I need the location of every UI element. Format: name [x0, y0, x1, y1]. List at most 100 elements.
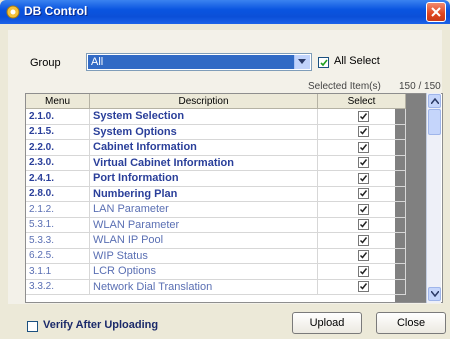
column-header-select[interactable]: Select	[317, 94, 406, 109]
description-cell: Virtual Cabinet Information	[89, 155, 318, 171]
row-select-checkbox[interactable]	[357, 219, 369, 231]
window-title: DB Control	[24, 4, 88, 18]
row-select-checkbox[interactable]	[357, 265, 369, 277]
verify-checkbox[interactable]	[27, 321, 38, 332]
group-label: Group	[30, 57, 61, 69]
table-row[interactable]: 2.3.0. Virtual Cabinet Information	[26, 155, 406, 171]
select-cell	[317, 186, 406, 202]
group-selected-value: All	[88, 55, 294, 69]
row-select-checkbox[interactable]	[357, 203, 369, 215]
select-cell	[317, 108, 406, 125]
menu-table: Menu Description Select 2.1.0. System Sel…	[26, 94, 406, 295]
description-cell: WLAN Parameter	[89, 217, 318, 233]
description-cell: LAN Parameter	[89, 201, 318, 218]
select-cell	[317, 248, 406, 264]
upload-button[interactable]: Upload	[292, 312, 362, 334]
select-cell	[317, 217, 406, 233]
description-cell: System Options	[89, 124, 318, 140]
check-icon	[359, 112, 367, 120]
check-icon	[359, 283, 367, 290]
group-dropdown[interactable]: All	[86, 53, 312, 71]
all-select-label: All Select	[334, 55, 380, 67]
select-cell	[317, 263, 406, 280]
table-row[interactable]: 2.1.2. LAN Parameter	[26, 201, 406, 218]
table-row[interactable]: 3.1.1 LCR Options	[26, 263, 406, 280]
row-select-checkbox[interactable]	[357, 234, 369, 246]
select-cell	[317, 232, 406, 249]
verify-label: Verify After Uploading	[43, 319, 159, 331]
menu-cell: 6.2.5.	[26, 248, 90, 264]
selected-items-label: Selected Item(s)	[308, 81, 381, 92]
row-select-checkbox[interactable]	[357, 110, 369, 122]
menu-table-body: 2.1.0. System Selection 2.1.5. System Optio…	[26, 108, 406, 295]
menu-cell: 2.1.5.	[26, 124, 90, 140]
check-icon	[359, 128, 367, 135]
check-icon	[359, 190, 367, 197]
menu-cell: 2.3.0.	[26, 155, 90, 171]
check-icon	[359, 174, 367, 182]
table-row[interactable]: 5.3.1. WLAN Parameter	[26, 217, 406, 233]
menu-cell: 2.2.0.	[26, 139, 90, 156]
scroll-down-button[interactable]	[428, 287, 441, 301]
row-select-checkbox[interactable]	[357, 157, 369, 169]
menu-cell: 2.1.0.	[26, 108, 90, 125]
description-cell: WLAN IP Pool	[89, 232, 318, 249]
column-header-menu[interactable]: Menu	[26, 94, 90, 109]
db-control-window: DB Control Group All All Select Selected…	[0, 0, 450, 339]
row-select-checkbox[interactable]	[357, 188, 369, 200]
menu-grid: Menu Description Select 2.1.0. System Sel…	[25, 93, 443, 303]
arrow-up-icon	[431, 98, 439, 104]
all-select-checkbox[interactable]	[318, 57, 329, 68]
row-select-checkbox[interactable]	[357, 250, 369, 262]
dropdown-button[interactable]	[294, 55, 310, 69]
check-icon	[359, 236, 367, 244]
check-icon	[359, 221, 367, 228]
app-icon	[6, 5, 20, 19]
close-button[interactable]: Close	[376, 312, 446, 334]
select-cell	[317, 279, 406, 295]
close-icon	[431, 7, 441, 17]
select-cell	[317, 170, 406, 187]
check-icon	[359, 252, 367, 259]
table-row[interactable]: 2.4.1. Port Information	[26, 170, 406, 187]
vertical-scrollbar[interactable]	[426, 93, 441, 303]
scroll-thumb[interactable]	[428, 109, 441, 135]
menu-cell: 5.3.3.	[26, 232, 90, 249]
menu-cell: 3.3.2.	[26, 279, 90, 295]
table-row[interactable]: 2.2.0. Cabinet Information	[26, 139, 406, 156]
check-icon	[359, 143, 367, 151]
menu-cell: 5.3.1.	[26, 217, 90, 233]
menu-cell: 2.8.0.	[26, 186, 90, 202]
table-row[interactable]: 3.3.2. Network Dial Translation	[26, 279, 406, 295]
arrow-down-icon	[431, 291, 439, 297]
table-row[interactable]: 2.1.5. System Options	[26, 124, 406, 140]
check-icon	[359, 205, 367, 213]
description-cell: Cabinet Information	[89, 139, 318, 156]
select-cell	[317, 124, 406, 140]
description-cell: Network Dial Translation	[89, 279, 318, 295]
window-close-button[interactable]	[426, 2, 446, 22]
scroll-up-button[interactable]	[428, 94, 441, 108]
menu-cell: 2.1.2.	[26, 201, 90, 218]
table-row[interactable]: 6.2.5. WIP Status	[26, 248, 406, 264]
select-cell	[317, 139, 406, 156]
table-row[interactable]: 2.1.0. System Selection	[26, 108, 406, 125]
column-header-description[interactable]: Description	[89, 94, 318, 109]
selected-items-count: 150 / 150	[399, 81, 441, 92]
menu-cell: 2.4.1.	[26, 170, 90, 187]
select-cell	[317, 155, 406, 171]
row-select-checkbox[interactable]	[357, 281, 369, 293]
row-select-checkbox[interactable]	[357, 141, 369, 153]
description-cell: LCR Options	[89, 263, 318, 280]
row-select-checkbox[interactable]	[357, 126, 369, 138]
description-cell: Numbering Plan	[89, 186, 318, 202]
table-row[interactable]: 2.8.0. Numbering Plan	[26, 186, 406, 202]
title-bar[interactable]: DB Control	[0, 0, 450, 24]
check-icon	[359, 267, 367, 275]
chevron-down-icon	[298, 59, 306, 64]
row-select-checkbox[interactable]	[357, 172, 369, 184]
select-cell	[317, 201, 406, 218]
description-cell: System Selection	[89, 108, 318, 125]
description-cell: Port Information	[89, 170, 318, 187]
table-row[interactable]: 5.3.3. WLAN IP Pool	[26, 232, 406, 249]
